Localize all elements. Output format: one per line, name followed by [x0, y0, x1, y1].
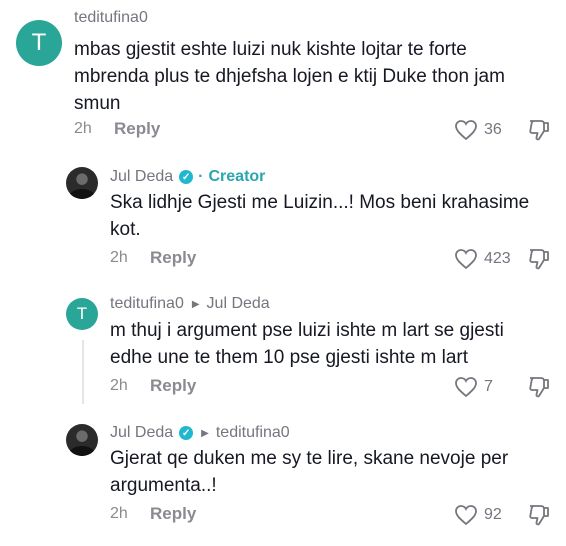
dislike-button[interactable]	[528, 118, 550, 147]
reply-button[interactable]: Reply	[150, 376, 196, 396]
reply-button[interactable]: Reply	[114, 119, 160, 139]
like-button[interactable]: 423	[454, 248, 511, 270]
reply-arrow-icon: ▶	[191, 298, 200, 310]
comment-text: m thuj i argument pse luizi ishte m lart…	[110, 320, 504, 368]
like-button[interactable]: 36	[454, 119, 502, 141]
avatar-photo	[69, 446, 95, 456]
avatar[interactable]	[66, 424, 98, 456]
verified-badge-icon: ✓	[179, 170, 194, 184]
heart-outline-icon	[455, 505, 477, 526]
dislike-button[interactable]	[528, 375, 550, 404]
verified-badge-icon: ✓	[179, 426, 194, 440]
comment-header: Jul Deda ✓ · Creator	[110, 168, 265, 186]
avatar-photo	[69, 189, 95, 199]
comment-header: Jul Deda ✓ ▶ tedituﬁna0	[110, 424, 290, 442]
username[interactable]: tedituﬁna0	[110, 295, 184, 313]
username[interactable]: Jul Deda	[110, 168, 173, 186]
separator-dot: ·	[198, 168, 204, 185]
thumbs-down-outline-icon	[529, 377, 549, 398]
avatar-letter: T	[31, 29, 47, 56]
timestamp: 2h	[110, 249, 128, 266]
username[interactable]: Jul Deda	[110, 424, 173, 442]
reply-button[interactable]: Reply	[150, 504, 196, 524]
thumbs-down-outline-icon	[529, 249, 549, 270]
heart-outline-icon	[455, 377, 477, 398]
comment-text: Ska lidhje Gjesti me Luizin...! Mos beni…	[110, 192, 530, 240]
reply-to-username[interactable]: tedituﬁna0	[216, 424, 290, 442]
comment-text: mbas gjestit eshte luizi nuk kishte lojt…	[74, 39, 505, 114]
avatar[interactable]: T	[16, 20, 62, 66]
like-count: 7	[484, 378, 493, 395]
avatar[interactable]	[66, 167, 98, 199]
like-count: 92	[484, 506, 502, 523]
creator-badge: Creator	[208, 168, 266, 185]
comment-meta: 2h Reply	[110, 376, 196, 396]
thread-line	[82, 340, 84, 404]
like-button[interactable]: 92	[454, 504, 502, 526]
avatar[interactable]: T	[66, 298, 98, 330]
reply-arrow-icon: ▶	[201, 427, 209, 439]
reply-button[interactable]: Reply	[150, 248, 196, 268]
like-button[interactable]: 7	[454, 376, 493, 398]
dislike-button[interactable]	[528, 247, 550, 276]
like-count: 36	[484, 121, 502, 138]
avatar-letter: T	[76, 304, 88, 323]
comment-meta: 2h Reply	[74, 119, 160, 139]
timestamp: 2h	[110, 377, 128, 394]
reply-to-username[interactable]: Jul Deda	[207, 295, 270, 313]
like-count: 423	[484, 250, 511, 267]
thumbs-down-outline-icon	[529, 120, 549, 141]
heart-outline-icon	[455, 249, 477, 270]
timestamp: 2h	[110, 505, 128, 522]
username[interactable]: tedituﬁna0	[74, 9, 148, 27]
dislike-button[interactable]	[528, 503, 550, 532]
comment-text: Gjerat qe duken me sy te lire, skane nev…	[110, 448, 509, 496]
comment-meta: 2h Reply	[110, 248, 196, 268]
timestamp: 2h	[74, 120, 92, 137]
comment-header: tedituﬁna0 ▶ Jul Deda	[110, 295, 270, 313]
heart-outline-icon	[455, 120, 477, 141]
thumbs-down-outline-icon	[529, 505, 549, 526]
comment-meta: 2h Reply	[110, 504, 196, 524]
comment-header: tedituﬁna0	[74, 9, 148, 27]
